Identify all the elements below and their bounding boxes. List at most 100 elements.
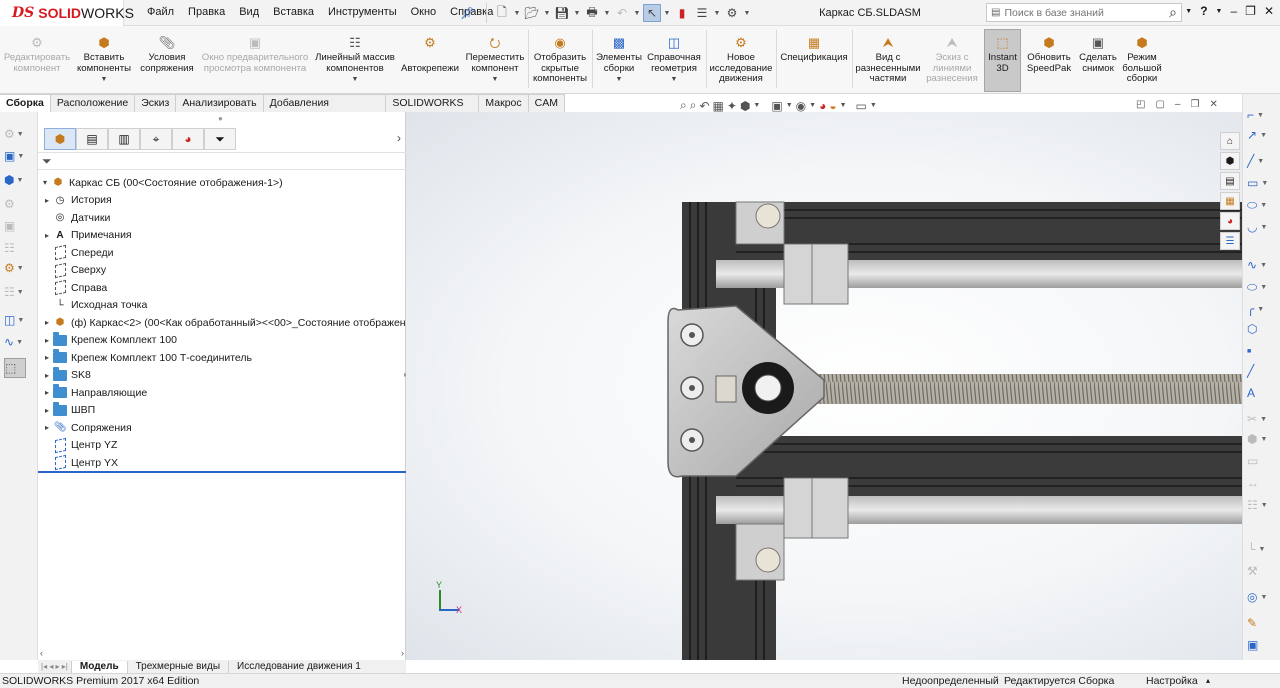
menu-edit[interactable]: Правка [181,6,232,18]
strip-relations-icon[interactable]: └ ▼ [1247,540,1279,558]
mate-button[interactable]: 📎︎ Условия сопряжения [138,36,196,74]
insert-components-button[interactable]: ⬢ Вставить компоненты ▼ [74,36,134,86]
tree-item-frame-part[interactable]: ▸ ⬢ (ф) Каркас<2> (00<Как обработанный><… [42,314,432,331]
tree-item-ballscrew[interactable]: ▸ ШВП [42,401,95,419]
strip-sketch-line-icon[interactable]: ╱ ▼ [1247,152,1279,170]
tree-item-history[interactable]: ▸ ◷ История [42,192,112,209]
expand-icon[interactable]: ▸ [42,423,52,432]
tree-item-center-yz[interactable]: Центр YZ [42,437,117,454]
strip-line-icon[interactable]: ⌐ ▼ [1247,106,1279,124]
edit-component-button[interactable]: ⚙ Редактировать компонент [4,36,70,74]
strip-fillet-icon[interactable]: ╭ ▼ [1247,300,1279,318]
viewport-close-icon[interactable]: ✕ [1209,99,1217,110]
strip-rapid-sketch-icon[interactable]: ✎ [1247,614,1279,632]
zoom-to-fit-icon[interactable]: ⌕ [680,98,687,113]
knowledge-base-search[interactable]: ▤ ⌕ [986,3,1182,22]
tab-assembly[interactable]: Сборка [0,94,51,112]
section-view-icon[interactable]: ▦ [713,99,724,113]
assembly-features-button[interactable]: ▩ Элементы сборки ▼ [594,36,644,86]
menu-insert[interactable]: Вставка [266,6,321,18]
tab-macro[interactable]: Макрос [479,94,529,112]
large-assembly-mode-button[interactable]: ⬢ Режим большой сборки [1120,36,1164,85]
strip-spline-icon[interactable]: ∿ ▼ [1247,256,1279,274]
rollback-bar[interactable] [38,471,406,473]
panel-grip-icon[interactable]: ● [218,114,223,123]
print-icon[interactable]: 🖶 [583,4,601,22]
strip-rectangle-icon[interactable]: ▭ ▼ [1247,174,1279,192]
pin-menu-icon[interactable]: 📌︎ [460,6,475,20]
undo-icon[interactable]: ↶ [613,4,631,22]
strip-sketch-picture-icon[interactable]: ▣ [1247,636,1279,654]
strip-preview-icon[interactable]: ▣ [4,216,34,236]
cam-tab-icon[interactable]: ⏷ [204,128,236,150]
strip-convert-icon[interactable]: ⬢ ▼ [1247,430,1279,448]
tab-motion-study[interactable]: Исследование движения 1 [228,660,369,673]
exploded-view-button[interactable]: ⮝ Вид с разнесенными частями [854,36,922,85]
menu-tools[interactable]: Инструменты [321,6,404,18]
hide-show-items-icon[interactable]: ◉ [796,99,806,113]
save-dropdown-icon[interactable]: ▼ [573,10,581,17]
tree-item-origin[interactable]: └ Исходная точка [42,297,147,314]
tree-item-mates[interactable]: ▸ 📎︎ Сопряжения [42,419,132,436]
select-dropdown-icon[interactable]: ▼ [663,10,671,17]
strip-mate-icon[interactable]: ⚙ [4,194,34,214]
take-snapshot-button[interactable]: ▣ Сделать снимок [1076,36,1120,74]
strip-reference-icon[interactable]: ◫ ▼ [4,310,34,330]
bom-button[interactable]: ▦ Спецификация [778,36,850,64]
strip-slot-icon[interactable]: ⬭ ▼ [1247,196,1279,214]
strip-mirror-icon[interactable]: ↔ [1247,474,1279,492]
linear-pattern-button[interactable]: ☷ Линейный массив компонентов ▼ [313,36,397,86]
strip-pattern-icon[interactable]: ☷ [4,238,34,258]
tree-item-sk8[interactable]: ▸ SK8 [42,366,91,384]
scroll-left-icon[interactable]: ‹ [40,648,43,658]
expand-icon[interactable]: ▸ [42,406,52,415]
configuration-manager-tab-icon[interactable]: ▥ [108,128,140,150]
reference-geometry-button[interactable]: ◫ Справочная геометрия ▼ [645,36,703,86]
file-properties-icon[interactable]: ☰ [693,4,711,22]
strip-edit-component-icon[interactable]: ⚙ ▼ [4,124,34,144]
strip-curve-icon[interactable]: ∿ ▼ [4,332,34,352]
tree-item-top-plane[interactable]: Сверху [42,262,106,279]
apply-scene-icon[interactable]: ◒ [829,99,836,113]
menu-file[interactable]: Файл [140,6,181,18]
smart-fasteners-button[interactable]: ⚙ Автокрепежи [398,36,462,75]
select-pointer-icon[interactable]: ↖ [643,4,661,22]
dimxpert-tab-icon[interactable]: ⌖ [140,128,172,150]
strip-point-icon[interactable]: ■ [1247,342,1279,360]
undo-dropdown-icon[interactable]: ▼ [633,10,641,17]
search-input[interactable] [1000,6,1151,19]
horizontal-scrollbar[interactable]: ‹ › [38,648,406,660]
split-view-icon[interactable]: ◰ [1136,99,1145,110]
tree-item-front-plane[interactable]: Спереди [42,244,114,261]
custom-properties-icon[interactable]: ☰ [1220,232,1240,250]
tree-item-guides[interactable]: ▸ Направляющие [42,384,147,401]
save-icon[interactable]: 💾︎ [553,4,571,22]
tab-layout[interactable]: Расположение [50,94,136,112]
zoom-to-area-icon[interactable]: ⌕ [690,98,697,113]
display-manager-tab-icon[interactable]: ◕ [172,128,204,150]
collapse-icon[interactable]: ▾ [40,178,50,187]
units-settings[interactable]: Настройка [1146,674,1198,688]
settings-up-arrow-icon[interactable]: ▴ [1206,674,1210,688]
preview-window-button[interactable]: ▣ Окно предварительного просмотра компон… [200,36,310,74]
strip-arc-icon[interactable]: ◡ ▼ [1247,218,1279,236]
tree-item-center-yx[interactable]: Центр YX [42,454,118,471]
options-dropdown-icon[interactable]: ▼ [743,10,751,17]
strip-text-icon[interactable]: A [1247,384,1279,402]
expand-icon[interactable]: ▸ [42,353,52,362]
move-component-dropdown-icon[interactable]: ▼ [492,75,499,86]
expand-icon[interactable]: ▸ [42,371,52,380]
strip-move-entities-icon[interactable]: ☷ ▼ [1247,496,1279,514]
rebuild-icon[interactable]: ▮ [673,4,691,22]
minimize-icon[interactable]: – [1230,4,1237,18]
close-icon[interactable]: ✕ [1264,4,1274,18]
dynamic-annotation-icon[interactable]: ✦ [727,99,737,113]
strip-insert-icon[interactable]: ▣ ▼ [4,146,34,166]
new-document-icon[interactable]: 🗋 [493,4,511,22]
strip-fastener-icon[interactable]: ⚙ ▼ [4,258,34,278]
reference-geometry-dropdown-icon[interactable]: ▼ [671,75,678,86]
graphics-area[interactable]: Y X [406,112,1242,660]
restore-icon[interactable]: ❐ [1245,4,1256,18]
tab-3d-views[interactable]: Трехмерные виды [126,660,228,673]
tree-item-annotations[interactable]: ▸ A Примечания [42,227,132,244]
